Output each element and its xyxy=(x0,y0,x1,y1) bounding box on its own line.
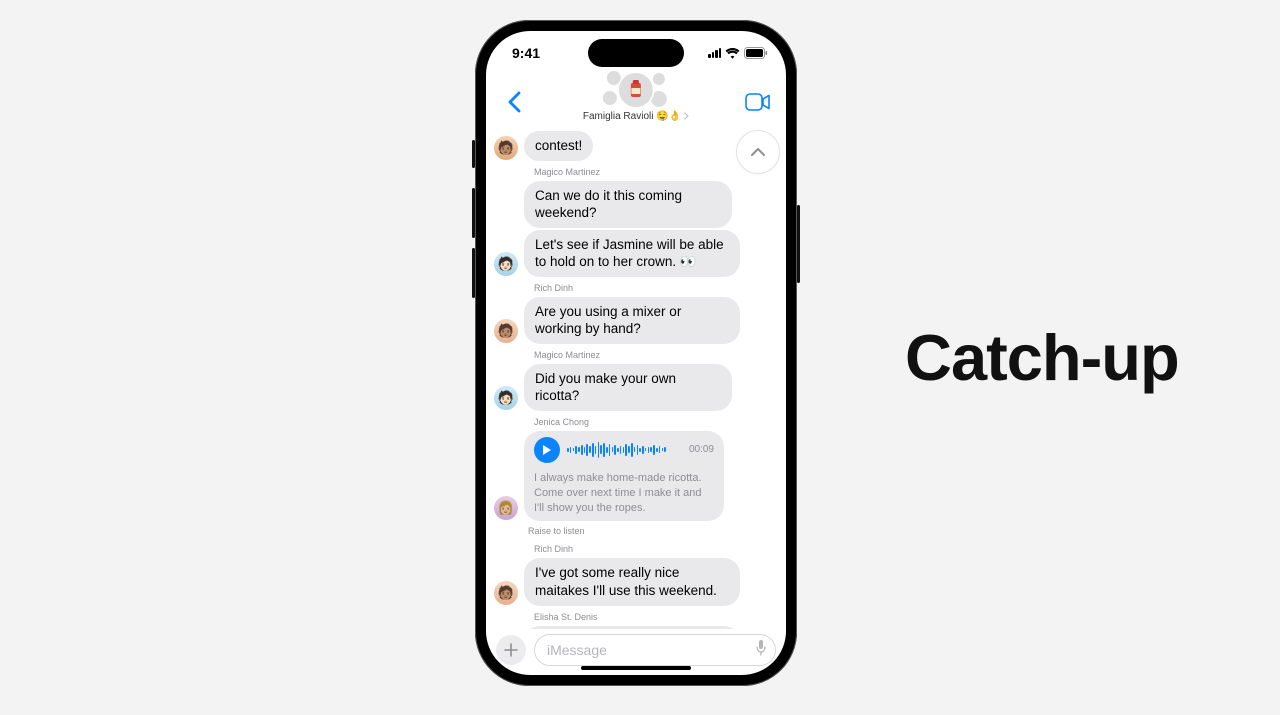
group-avatar-cluster xyxy=(593,71,679,109)
nav-bar: Famiglia Ravioli 🤤👌 xyxy=(486,75,786,129)
add-attachment-button[interactable] xyxy=(496,635,526,665)
message-bubble[interactable]: No spoilers! May each bite of ravioli be… xyxy=(524,626,740,629)
chevron-right-icon xyxy=(684,112,689,122)
feature-headline: Catch-up xyxy=(905,320,1179,395)
play-icon xyxy=(542,444,552,456)
message-list[interactable]: 🧑🏽 contest! Magico Martinez 🧑🏻 Can we do… xyxy=(486,129,786,629)
chat-header[interactable]: Famiglia Ravioli 🤤👌 xyxy=(583,71,689,122)
message-bubble[interactable]: Can we do it this coming weekend? xyxy=(524,181,732,228)
play-button[interactable] xyxy=(534,437,560,463)
raise-to-listen-label: Raise to listen xyxy=(528,526,778,536)
sender-label: Elisha St. Denis xyxy=(534,612,778,622)
waveform[interactable] xyxy=(567,440,682,460)
wifi-icon xyxy=(725,48,740,59)
phone-screen: 9:41 xyxy=(486,31,786,675)
home-indicator xyxy=(581,666,691,670)
plus-icon xyxy=(504,643,518,657)
avatar: 🧑🏽 xyxy=(494,319,518,343)
phone-frame: 9:41 xyxy=(475,20,797,686)
cellular-icon xyxy=(708,48,721,58)
sender-label: Jenica Chong xyxy=(534,417,778,427)
message-bubble[interactable]: I've got some really nice maitakes I'll … xyxy=(524,558,740,605)
back-button[interactable] xyxy=(496,84,532,120)
chevron-up-icon xyxy=(750,147,766,157)
chat-name: Famiglia Ravioli 🤤👌 xyxy=(583,111,681,122)
message-input[interactable]: iMessage xyxy=(534,634,776,666)
catch-up-button[interactable] xyxy=(736,130,780,174)
volume-up-button xyxy=(472,188,475,238)
dynamic-island xyxy=(588,39,684,67)
microphone-icon xyxy=(755,639,767,657)
message-bubble[interactable]: Let's see if Jasmine will be able to hol… xyxy=(524,230,740,277)
avatar: 🧑🏽 xyxy=(494,581,518,605)
dictation-button[interactable] xyxy=(755,639,767,662)
video-icon xyxy=(745,93,771,111)
volume-down-button xyxy=(472,248,475,298)
message-row: 🧑🏻 Can we do it this coming weekend? Let… xyxy=(494,181,778,277)
sender-label: Magico Martinez xyxy=(534,350,778,360)
message-row: 🧑🏽 I've got some really nice maitakes I'… xyxy=(494,558,778,605)
message-row: 🧑🏽 Are you using a mixer or working by h… xyxy=(494,297,778,344)
battery-icon xyxy=(744,47,768,59)
avatar xyxy=(603,91,617,105)
avatar xyxy=(653,73,665,85)
message-row: 🧑🏻 Did you make your own ricotta? xyxy=(494,364,778,411)
audio-message-bubble[interactable]: 00:09 I always make home-made ricotta. C… xyxy=(524,431,724,522)
audio-transcript: I always make home-made ricotta. Come ov… xyxy=(534,467,714,516)
avatar: 🧑🏻 xyxy=(494,386,518,410)
chevron-left-icon xyxy=(507,91,521,113)
message-bubble[interactable]: Are you using a mixer or working by hand… xyxy=(524,297,740,344)
status-time: 9:41 xyxy=(512,45,540,61)
input-placeholder: iMessage xyxy=(547,642,607,658)
avatar: 🧑🏻 xyxy=(494,252,518,276)
message-bubble[interactable]: contest! xyxy=(524,131,593,161)
message-bubble[interactable]: Did you make your own ricotta? xyxy=(524,364,732,411)
avatar xyxy=(651,91,667,107)
sender-label: Rich Dinh xyxy=(534,283,778,293)
facetime-button[interactable] xyxy=(740,84,776,120)
avatar xyxy=(607,71,621,85)
side-button xyxy=(472,140,475,168)
power-button xyxy=(797,205,800,283)
audio-duration: 00:09 xyxy=(689,444,714,455)
message-row: 👩🏼 00:09 I always make home-made ricotta… xyxy=(494,431,778,522)
sender-label: Rich Dinh xyxy=(534,544,778,554)
avatar: 🧑🏽 xyxy=(494,136,518,160)
avatar: 👩🏼 xyxy=(494,496,518,520)
sender-label: Magico Martinez xyxy=(534,167,778,177)
avatar xyxy=(619,73,653,107)
